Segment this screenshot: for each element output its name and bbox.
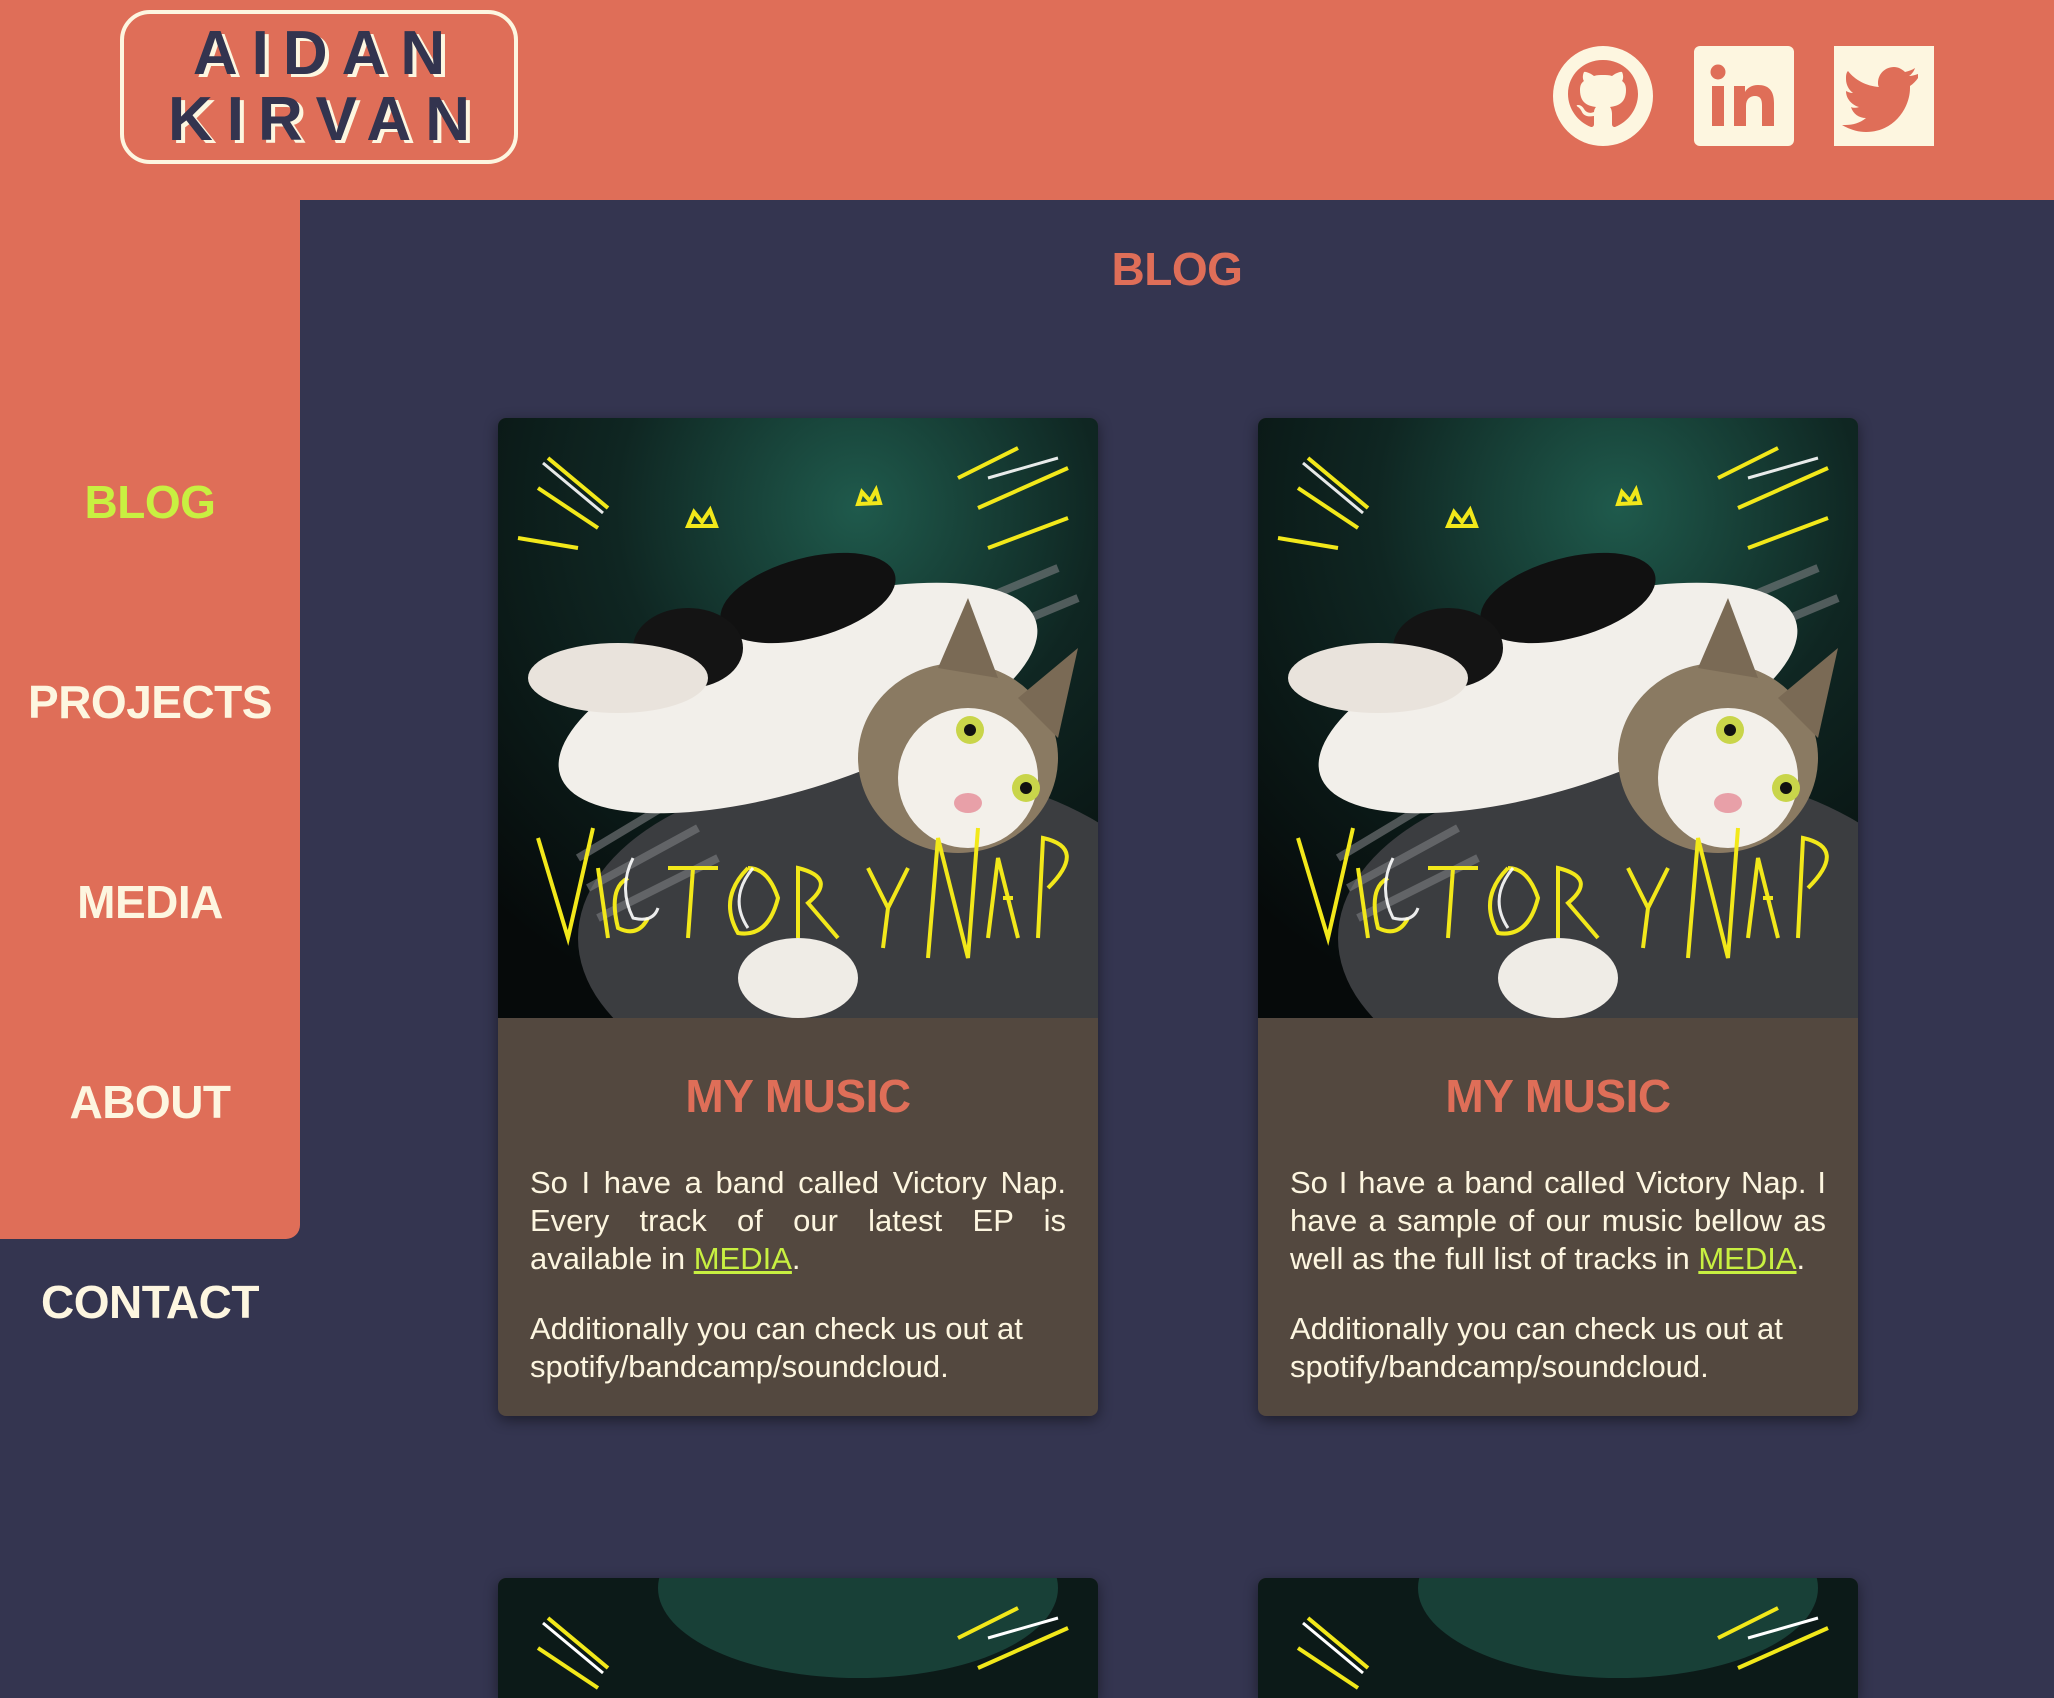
album-cover-image xyxy=(498,1578,1098,1698)
album-cover-image xyxy=(1258,418,1858,1018)
nav-item-contact[interactable]: CONTACT xyxy=(0,1272,300,1332)
card-paragraph: Additionally you can check us out at spo… xyxy=(530,1311,1023,1384)
sidebar-nav: BLOG PROJECTS MEDIA ABOUT CONTACT xyxy=(0,200,300,1328)
card-title: MY MUSIC xyxy=(685,1070,911,1122)
blog-card[interactable]: MY MUSIC So I have a band called Victory… xyxy=(1258,418,1858,1416)
nav-item-media[interactable]: MEDIA xyxy=(0,872,300,932)
linkedin-icon[interactable] xyxy=(1694,46,1794,146)
github-icon[interactable] xyxy=(1553,46,1653,146)
card-title: MY MUSIC xyxy=(1445,1070,1671,1122)
card-paragraph: Additionally you can check us out at spo… xyxy=(1290,1311,1783,1384)
album-cover-image xyxy=(498,418,1098,1018)
card-paragraph: So I have a band called Victory Nap. Eve… xyxy=(530,1165,1066,1276)
blog-card[interactable]: MY MUSIC So I have a band called Victory… xyxy=(498,418,1098,1416)
media-link[interactable]: MEDIA xyxy=(694,1241,792,1276)
nav-item-about[interactable]: ABOUT xyxy=(0,1072,300,1132)
nav-item-blog[interactable]: BLOG xyxy=(0,472,300,532)
logo-first-name: AIDAN xyxy=(192,19,460,88)
logo-last-name: KIRVAN xyxy=(168,85,484,154)
twitter-icon[interactable] xyxy=(1834,46,1934,146)
blog-card[interactable] xyxy=(1258,1578,1858,1698)
album-cover-image xyxy=(1258,1578,1858,1698)
card-paragraph: So I have a band called Victory Nap. I h… xyxy=(1290,1165,1826,1276)
nav-item-projects[interactable]: PROJECTS xyxy=(0,672,300,732)
site-header: AIDAN KIRVAN xyxy=(0,0,2054,200)
media-link[interactable]: MEDIA xyxy=(1698,1241,1796,1276)
page-title: BLOG xyxy=(1111,243,1243,295)
site-logo[interactable]: AIDAN KIRVAN xyxy=(120,10,518,164)
blog-card[interactable] xyxy=(498,1578,1098,1698)
